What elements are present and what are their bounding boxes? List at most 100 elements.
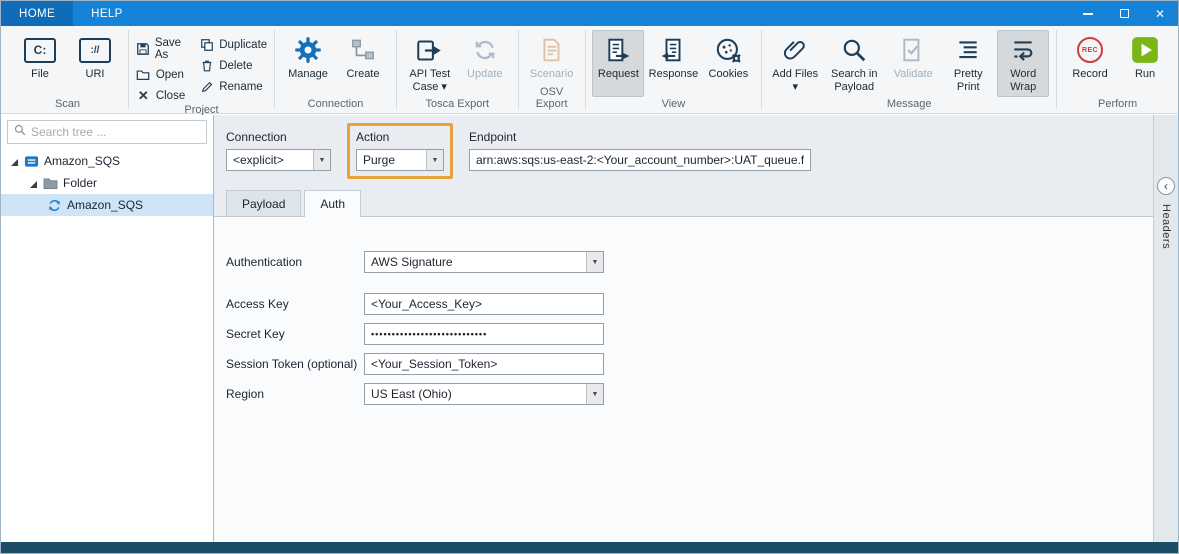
- group-label-perform: Perform: [1057, 97, 1178, 113]
- secret-key-input[interactable]: [364, 323, 604, 345]
- minimize-icon: [1083, 13, 1093, 15]
- save-as-button[interactable]: Save As: [136, 37, 185, 61]
- chevron-down-icon: ▼: [586, 252, 603, 272]
- paperclip-icon: [782, 34, 808, 66]
- access-key-row: Access Key: [226, 293, 1153, 315]
- pretty-print-icon: [955, 34, 981, 66]
- scenario-icon: [539, 34, 565, 66]
- payload-auth-tabs: Payload Auth: [214, 190, 1153, 216]
- tree-node-label: Folder: [63, 176, 97, 190]
- tree-search-input[interactable]: [31, 125, 200, 139]
- search-icon: [841, 34, 867, 66]
- group-label-view: View: [585, 97, 761, 113]
- endpoint-field: Endpoint: [469, 123, 811, 171]
- rename-button[interactable]: Rename: [199, 79, 267, 94]
- headers-side-panel[interactable]: ‹ Headers: [1153, 115, 1178, 542]
- close-button[interactable]: ✕: [1142, 1, 1178, 26]
- ribbon-group-tosca-export: API Test Case ▾ Update Tosca Export: [397, 26, 518, 113]
- cookie-icon: [715, 34, 742, 66]
- access-key-input[interactable]: [364, 293, 604, 315]
- request-button[interactable]: Request: [592, 30, 644, 97]
- search-in-payload-button[interactable]: Search in Payload: [824, 30, 884, 97]
- ribbon-tab-home[interactable]: HOME: [1, 1, 73, 26]
- sqs-refresh-icon: [47, 198, 62, 213]
- expander-icon[interactable]: [9, 156, 19, 166]
- secret-key-label: Secret Key: [226, 327, 364, 341]
- tab-payload[interactable]: Payload: [226, 190, 301, 217]
- titlebar: HOME HELP ✕: [1, 1, 1178, 26]
- action-field: Action Purge ▼: [356, 130, 444, 171]
- tab-auth[interactable]: Auth: [304, 190, 361, 217]
- cookies-button[interactable]: Cookies: [702, 30, 754, 97]
- close-project-icon: ✕: [136, 88, 151, 103]
- uri-button[interactable]: :// URI: [69, 30, 121, 97]
- tree-node-label: Amazon_SQS: [67, 198, 143, 212]
- run-play-icon: [1131, 34, 1159, 66]
- expand-panel-button[interactable]: ‹: [1157, 177, 1175, 195]
- ribbon-group-connection: Manage Create Connection: [275, 26, 396, 113]
- session-token-row: Session Token (optional): [226, 353, 1153, 375]
- word-wrap-button[interactable]: Word Wrap: [997, 30, 1049, 97]
- open-button[interactable]: Open: [136, 67, 185, 82]
- close-project-button[interactable]: ✕ Close: [136, 88, 185, 103]
- tree-sidebar: Amazon_SQS Folder Amazon_SQS: [1, 115, 214, 542]
- tree-node-root[interactable]: Amazon_SQS: [1, 150, 213, 172]
- api-test-case-button[interactable]: API Test Case ▾: [404, 30, 456, 97]
- validate-check-icon: [900, 34, 926, 66]
- tree-node-amazon-sqs[interactable]: Amazon_SQS: [1, 194, 213, 216]
- scan-module-icon: [24, 154, 39, 169]
- record-button[interactable]: REC Record: [1064, 30, 1116, 97]
- add-files-button[interactable]: Add Files ▾: [769, 30, 821, 97]
- update-icon: [472, 34, 498, 66]
- ribbon-group-perform: REC Record Run Perform: [1057, 26, 1178, 113]
- trash-icon: [199, 58, 214, 73]
- tree-node-folder[interactable]: Folder: [1, 172, 213, 194]
- rename-icon: [199, 79, 214, 94]
- region-label: Region: [226, 387, 364, 401]
- api-test-case-icon: [416, 34, 443, 66]
- maximize-button[interactable]: [1106, 1, 1142, 26]
- group-label-message: Message: [762, 97, 1056, 113]
- headers-panel-label[interactable]: Headers: [1160, 204, 1172, 249]
- group-label-osv-export: OSV Export: [519, 85, 585, 113]
- run-button[interactable]: Run: [1119, 30, 1171, 97]
- save-icon: [136, 42, 150, 57]
- connection-label: Connection: [226, 130, 331, 144]
- create-connection-button[interactable]: Create: [337, 30, 389, 97]
- response-button[interactable]: Response: [647, 30, 699, 97]
- ribbon-group-project: Save As Open ✕ Close Duplicate: [129, 26, 274, 113]
- titlebar-drag-area: [141, 1, 1070, 26]
- file-icon: C:: [24, 38, 56, 63]
- search-icon: [14, 123, 26, 141]
- pretty-print-button[interactable]: Pretty Print: [942, 30, 994, 97]
- authentication-dropdown[interactable]: AWS Signature ▼: [364, 251, 604, 273]
- file-button[interactable]: C: File: [14, 30, 66, 97]
- bottom-status-bar: [1, 542, 1178, 553]
- expander-icon[interactable]: [28, 178, 38, 188]
- validate-button: Validate: [887, 30, 939, 97]
- duplicate-button[interactable]: Duplicate: [199, 37, 267, 52]
- record-icon: REC: [1077, 37, 1103, 63]
- minimize-button[interactable]: [1070, 1, 1106, 26]
- connection-row: Connection <explicit> ▼ Action Purge ▼: [214, 115, 1153, 179]
- region-dropdown[interactable]: US East (Ohio) ▼: [364, 383, 604, 405]
- request-editor: Connection <explicit> ▼ Action Purge ▼: [214, 115, 1153, 542]
- ribbon-tab-help[interactable]: HELP: [73, 1, 141, 26]
- gear-icon: [294, 34, 322, 66]
- connection-dropdown[interactable]: <explicit> ▼: [226, 149, 331, 171]
- endpoint-label: Endpoint: [469, 130, 811, 144]
- authentication-label: Authentication: [226, 255, 364, 269]
- manage-connection-button[interactable]: Manage: [282, 30, 334, 97]
- action-dropdown[interactable]: Purge ▼: [356, 149, 444, 171]
- endpoint-input[interactable]: [469, 149, 811, 171]
- group-label-connection: Connection: [275, 97, 396, 113]
- close-icon: ✕: [1155, 8, 1165, 20]
- session-token-input[interactable]: [364, 353, 604, 375]
- chevron-left-icon: ‹: [1164, 180, 1168, 192]
- delete-button[interactable]: Delete: [199, 58, 267, 73]
- update-button: Update: [459, 30, 511, 97]
- window-body: Amazon_SQS Folder Amazon_SQS Connection: [1, 115, 1178, 542]
- action-highlight-box: Action Purge ▼: [347, 123, 453, 179]
- create-connection-icon: [350, 34, 376, 66]
- group-label-scan: Scan: [7, 97, 128, 113]
